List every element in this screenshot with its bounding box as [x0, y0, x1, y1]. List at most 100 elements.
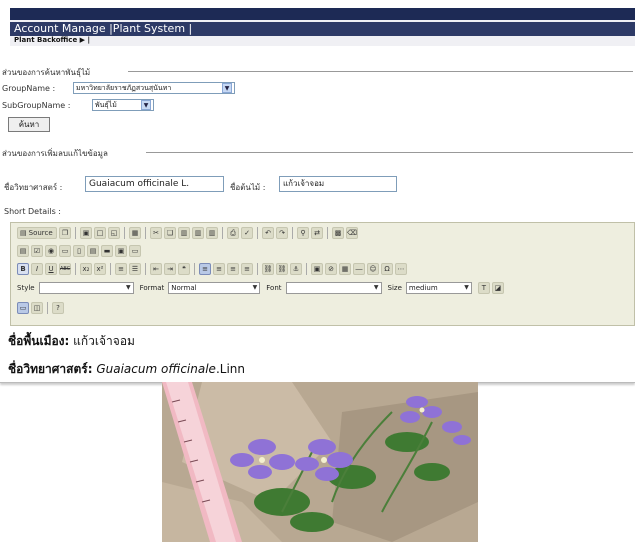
toolbar-separator [75, 263, 76, 275]
chevron-down-icon: ▼ [222, 83, 232, 93]
select-field-icon[interactable]: ▤ [87, 245, 99, 257]
subscript-icon[interactable]: x₂ [80, 263, 92, 275]
plant-name-input[interactable]: แก้วเจ้าจอม [279, 176, 397, 192]
radio-icon[interactable]: ◉ [45, 245, 57, 257]
toolbar-row-1: ▤ Source ❐ ▣ □ ◱ ▦ ✂ ❏ ▥ ▥ ▥ ⎙ ✓ ↶ ↷ ⚲ ⇄… [17, 225, 358, 241]
align-right-icon[interactable]: ≡ [227, 263, 239, 275]
strikethrough-icon[interactable]: ABC [59, 263, 71, 275]
toolbar-separator [222, 227, 223, 239]
bold-icon[interactable]: B [17, 263, 29, 275]
preview-icon[interactable]: ◱ [108, 227, 120, 239]
toolbar-separator [306, 263, 307, 275]
remove-format-icon[interactable]: ⌫ [346, 227, 358, 239]
hidden-field-icon[interactable]: ▭ [129, 245, 141, 257]
textarea-icon[interactable]: ▯ [73, 245, 85, 257]
link-icon[interactable]: ⛓ [262, 263, 274, 275]
paste-word-icon[interactable]: ▥ [206, 227, 218, 239]
outdent-icon[interactable]: ⇤ [150, 263, 162, 275]
superscript-icon[interactable]: x² [94, 263, 106, 275]
local-name-line: ชื่อพื้นเมือง: แก้วเจ้าจอม [8, 332, 135, 351]
paste-icon[interactable]: ▥ [178, 227, 190, 239]
format-combo[interactable]: Normal ▼ [168, 282, 261, 294]
font-combo[interactable]: ▼ [285, 282, 382, 294]
print-icon[interactable]: ⎙ [227, 227, 239, 239]
toolbar-separator [327, 227, 328, 239]
unlink-icon[interactable]: ⛓ [276, 263, 288, 275]
redo-icon[interactable]: ↷ [276, 227, 288, 239]
form-icon[interactable]: ▤ [17, 245, 29, 257]
textfield-icon[interactable]: ▭ [59, 245, 71, 257]
edit-section-title: ส่วนของการเพิ่มลบแก้ไขข้อมูล [2, 149, 108, 158]
find-icon[interactable]: ⚲ [297, 227, 309, 239]
toolbar-separator [194, 263, 195, 275]
save-icon[interactable]: ▣ [80, 227, 92, 239]
smiley-icon[interactable]: ☺ [367, 263, 379, 275]
replace-icon[interactable]: ⇄ [311, 227, 323, 239]
subgroup-name-select[interactable]: พันธุ์ไม้ ▼ [92, 99, 154, 111]
toolbar-row-4: Style ▼ Format Normal ▼ Font ▼ Size mediu… [17, 280, 504, 296]
source-icon: ▤ [20, 229, 27, 237]
bullet-list-icon[interactable]: ☰ [129, 263, 141, 275]
size-label: Size [387, 284, 402, 292]
plant-photo [162, 382, 478, 542]
toolbar-row-5: ▭ ◫ ? [17, 300, 64, 316]
toolbar-separator [292, 227, 293, 239]
special-char-icon[interactable]: Ω [381, 263, 393, 275]
divider [128, 71, 633, 72]
source-button[interactable]: ▤ Source [17, 227, 57, 239]
style-label: Style [17, 284, 35, 292]
toolbar-separator [257, 263, 258, 275]
anchor-icon[interactable]: ⚓ [290, 263, 302, 275]
size-combo[interactable]: medium ▼ [405, 282, 472, 294]
maximize-icon[interactable]: ▭ [17, 302, 29, 314]
spellcheck-icon[interactable]: ✓ [241, 227, 253, 239]
select-all-icon[interactable]: ▩ [332, 227, 344, 239]
chevron-down-icon: ▼ [125, 284, 131, 291]
scientific-name-line: ชื่อวิทยาศาสตร์: Guaiacum officinale.Lin… [8, 360, 245, 379]
toolbar-separator [145, 263, 146, 275]
divider [146, 152, 633, 153]
flash-icon[interactable]: ⊘ [325, 263, 337, 275]
button-field-icon[interactable]: ▬ [101, 245, 113, 257]
group-name-label: GroupName : [2, 84, 56, 93]
editor-content[interactable]: ชื่อพื้นเมือง: แก้วเจ้าจอม ชื่อวิทยาศาสต… [0, 326, 635, 383]
search-button[interactable]: ค้นหา [8, 117, 50, 132]
scientific-name-italic: Guaiacum officinale [96, 362, 216, 376]
underline-icon[interactable]: U [45, 263, 57, 275]
image-icon[interactable]: ▣ [311, 263, 323, 275]
cut-icon[interactable]: ✂ [150, 227, 162, 239]
scientific-name-input[interactable]: Guaiacum officinale L. [85, 176, 224, 192]
numbered-list-icon[interactable]: ≡ [115, 263, 127, 275]
align-left-icon[interactable]: ≡ [199, 263, 211, 275]
paste-text-icon[interactable]: ▥ [192, 227, 204, 239]
justify-icon[interactable]: ≡ [241, 263, 253, 275]
text-color-icon[interactable]: T [477, 282, 490, 294]
subgroup-name-label: SubGroupName : [2, 101, 71, 110]
page-break-icon[interactable]: ⋯ [395, 263, 407, 275]
scientific-name-suffix: .Linn [215, 362, 245, 376]
toolbar-separator [124, 227, 125, 239]
templates-icon[interactable]: ▦ [129, 227, 141, 239]
local-name-value: แก้วเจ้าจอม [73, 334, 135, 348]
breadcrumb[interactable]: Plant Backoffice ▶ | [14, 36, 90, 44]
plant-photo-image [162, 382, 478, 542]
undo-icon[interactable]: ↶ [262, 227, 274, 239]
copy-icon[interactable]: ❐ [59, 227, 71, 239]
about-icon[interactable]: ? [52, 302, 64, 314]
table-icon[interactable]: ▦ [339, 263, 351, 275]
checkbox-icon[interactable]: ☑ [31, 245, 43, 257]
style-combo[interactable]: ▼ [38, 282, 134, 294]
indent-icon[interactable]: ⇥ [164, 263, 176, 275]
horizontal-rule-icon[interactable]: ― [353, 263, 365, 275]
copy-icon[interactable]: ❏ [164, 227, 176, 239]
toolbar-separator [145, 227, 146, 239]
group-name-select[interactable]: มหาวิทยาลัยราชภัฏสวนสุนันทา ▼ [73, 82, 235, 94]
source-label: Source [28, 229, 53, 237]
align-center-icon[interactable]: ≡ [213, 263, 225, 275]
blockquote-icon[interactable]: ❝ [178, 263, 190, 275]
new-page-icon[interactable]: □ [94, 227, 106, 239]
image-button-icon[interactable]: ▣ [115, 245, 127, 257]
bg-color-icon[interactable]: ◪ [491, 282, 504, 294]
italic-icon[interactable]: I [31, 263, 43, 275]
show-blocks-icon[interactable]: ◫ [31, 302, 43, 314]
